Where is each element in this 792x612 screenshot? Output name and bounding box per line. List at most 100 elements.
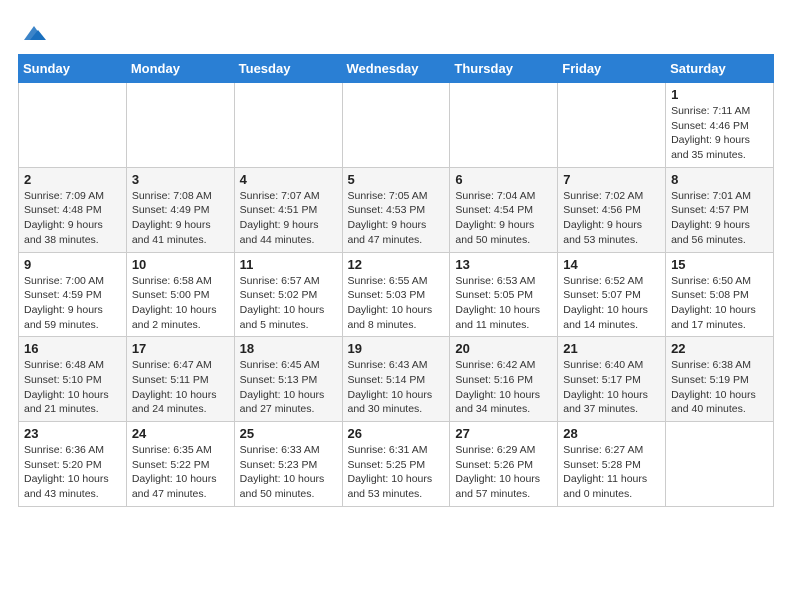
day-info: Sunrise: 6:50 AMSunset: 5:08 PMDaylight:… [671, 274, 768, 333]
day-info: Sunrise: 6:31 AMSunset: 5:25 PMDaylight:… [348, 443, 445, 502]
day-info: Sunrise: 6:48 AMSunset: 5:10 PMDaylight:… [24, 358, 121, 417]
day-info: Sunrise: 6:40 AMSunset: 5:17 PMDaylight:… [563, 358, 660, 417]
day-info: Sunrise: 7:00 AMSunset: 4:59 PMDaylight:… [24, 274, 121, 333]
weekday-header-sunday: Sunday [19, 55, 127, 83]
day-number: 27 [455, 426, 552, 441]
calendar-cell: 4 Sunrise: 7:07 AMSunset: 4:51 PMDaylight… [234, 167, 342, 252]
day-info: Sunrise: 6:43 AMSunset: 5:14 PMDaylight:… [348, 358, 445, 417]
calendar-cell: 19 Sunrise: 6:43 AMSunset: 5:14 PMDayligh… [342, 337, 450, 422]
day-number: 16 [24, 341, 121, 356]
day-info: Sunrise: 7:07 AMSunset: 4:51 PMDaylight:… [240, 189, 337, 248]
day-number: 28 [563, 426, 660, 441]
calendar-cell [342, 83, 450, 168]
page: SundayMondayTuesdayWednesdayThursdayFrid… [0, 0, 792, 517]
day-number: 13 [455, 257, 552, 272]
day-info: Sunrise: 7:09 AMSunset: 4:48 PMDaylight:… [24, 189, 121, 248]
day-number: 18 [240, 341, 337, 356]
day-number: 25 [240, 426, 337, 441]
calendar-cell: 1 Sunrise: 7:11 AMSunset: 4:46 PMDaylight… [666, 83, 774, 168]
day-number: 5 [348, 172, 445, 187]
calendar-cell: 5 Sunrise: 7:05 AMSunset: 4:53 PMDaylight… [342, 167, 450, 252]
weekday-header-tuesday: Tuesday [234, 55, 342, 83]
logo-icon [20, 22, 48, 44]
calendar-cell: 20 Sunrise: 6:42 AMSunset: 5:16 PMDayligh… [450, 337, 558, 422]
calendar-cell: 6 Sunrise: 7:04 AMSunset: 4:54 PMDaylight… [450, 167, 558, 252]
weekday-header-friday: Friday [558, 55, 666, 83]
calendar-cell: 18 Sunrise: 6:45 AMSunset: 5:13 PMDayligh… [234, 337, 342, 422]
calendar-cell: 16 Sunrise: 6:48 AMSunset: 5:10 PMDayligh… [19, 337, 127, 422]
day-info: Sunrise: 6:47 AMSunset: 5:11 PMDaylight:… [132, 358, 229, 417]
week-row-5: 23Sunrise: 6:36 AMSunset: 5:20 PMDayligh… [19, 422, 774, 507]
day-info: Sunrise: 6:35 AMSunset: 5:22 PMDaylight:… [132, 443, 229, 502]
day-number: 21 [563, 341, 660, 356]
week-row-4: 16 Sunrise: 6:48 AMSunset: 5:10 PMDayligh… [19, 337, 774, 422]
day-number: 12 [348, 257, 445, 272]
day-info: Sunrise: 7:01 AMSunset: 4:57 PMDaylight:… [671, 189, 768, 248]
day-info: Sunrise: 7:02 AMSunset: 4:56 PMDaylight:… [563, 189, 660, 248]
day-info: Sunrise: 6:33 AMSunset: 5:23 PMDaylight:… [240, 443, 337, 502]
day-number: 1 [671, 87, 768, 102]
day-info: Sunrise: 6:58 AMSunset: 5:00 PMDaylight:… [132, 274, 229, 333]
header [18, 18, 774, 44]
calendar-cell: 13 Sunrise: 6:53 AMSunset: 5:05 PMDayligh… [450, 252, 558, 337]
day-info: Sunrise: 6:29 AMSunset: 5:26 PMDaylight:… [455, 443, 552, 502]
day-number: 19 [348, 341, 445, 356]
day-number: 26 [348, 426, 445, 441]
day-number: 7 [563, 172, 660, 187]
week-row-1: 1 Sunrise: 7:11 AMSunset: 4:46 PMDaylight… [19, 83, 774, 168]
day-number: 4 [240, 172, 337, 187]
day-number: 9 [24, 257, 121, 272]
day-info: Sunrise: 7:05 AMSunset: 4:53 PMDaylight:… [348, 189, 445, 248]
day-info: Sunrise: 6:45 AMSunset: 5:13 PMDaylight:… [240, 358, 337, 417]
day-number: 15 [671, 257, 768, 272]
calendar-cell [450, 83, 558, 168]
calendar-cell: 22Sunrise: 6:38 AMSunset: 5:19 PMDayligh… [666, 337, 774, 422]
calendar-cell: 8 Sunrise: 7:01 AMSunset: 4:57 PMDaylight… [666, 167, 774, 252]
day-info: Sunrise: 6:36 AMSunset: 5:20 PMDaylight:… [24, 443, 121, 502]
calendar-cell: 25 Sunrise: 6:33 AMSunset: 5:23 PMDayligh… [234, 422, 342, 507]
weekday-header-wednesday: Wednesday [342, 55, 450, 83]
day-info: Sunrise: 7:08 AMSunset: 4:49 PMDaylight:… [132, 189, 229, 248]
calendar-cell: 10Sunrise: 6:58 AMSunset: 5:00 PMDayligh… [126, 252, 234, 337]
calendar-cell: 21 Sunrise: 6:40 AMSunset: 5:17 PMDayligh… [558, 337, 666, 422]
day-info: Sunrise: 7:04 AMSunset: 4:54 PMDaylight:… [455, 189, 552, 248]
day-number: 6 [455, 172, 552, 187]
day-number: 20 [455, 341, 552, 356]
calendar-cell [234, 83, 342, 168]
calendar-cell: 28 Sunrise: 6:27 AMSunset: 5:28 PMDayligh… [558, 422, 666, 507]
day-info: Sunrise: 7:11 AMSunset: 4:46 PMDaylight:… [671, 104, 768, 163]
day-info: Sunrise: 6:55 AMSunset: 5:03 PMDaylight:… [348, 274, 445, 333]
calendar-cell: 26 Sunrise: 6:31 AMSunset: 5:25 PMDayligh… [342, 422, 450, 507]
calendar-cell: 14 Sunrise: 6:52 AMSunset: 5:07 PMDayligh… [558, 252, 666, 337]
calendar-cell: 11 Sunrise: 6:57 AMSunset: 5:02 PMDayligh… [234, 252, 342, 337]
logo [18, 22, 48, 44]
weekday-header-thursday: Thursday [450, 55, 558, 83]
calendar-cell: 17 Sunrise: 6:47 AMSunset: 5:11 PMDayligh… [126, 337, 234, 422]
calendar-cell [558, 83, 666, 168]
day-number: 14 [563, 257, 660, 272]
calendar-cell: 27 Sunrise: 6:29 AMSunset: 5:26 PMDayligh… [450, 422, 558, 507]
calendar-cell [19, 83, 127, 168]
day-info: Sunrise: 6:53 AMSunset: 5:05 PMDaylight:… [455, 274, 552, 333]
calendar-cell: 15 Sunrise: 6:50 AMSunset: 5:08 PMDayligh… [666, 252, 774, 337]
calendar-cell: 3 Sunrise: 7:08 AMSunset: 4:49 PMDaylight… [126, 167, 234, 252]
day-info: Sunrise: 6:52 AMSunset: 5:07 PMDaylight:… [563, 274, 660, 333]
day-info: Sunrise: 6:57 AMSunset: 5:02 PMDaylight:… [240, 274, 337, 333]
calendar-cell: 12 Sunrise: 6:55 AMSunset: 5:03 PMDayligh… [342, 252, 450, 337]
weekday-header-monday: Monday [126, 55, 234, 83]
calendar-cell [666, 422, 774, 507]
day-number: 24 [132, 426, 229, 441]
week-row-3: 9 Sunrise: 7:00 AMSunset: 4:59 PMDaylight… [19, 252, 774, 337]
calendar-header-row: SundayMondayTuesdayWednesdayThursdayFrid… [19, 55, 774, 83]
calendar-cell: 9 Sunrise: 7:00 AMSunset: 4:59 PMDaylight… [19, 252, 127, 337]
day-number: 11 [240, 257, 337, 272]
calendar-cell: 24 Sunrise: 6:35 AMSunset: 5:22 PMDayligh… [126, 422, 234, 507]
day-number: 22 [671, 341, 768, 356]
day-info: Sunrise: 6:42 AMSunset: 5:16 PMDaylight:… [455, 358, 552, 417]
day-info: Sunrise: 6:27 AMSunset: 5:28 PMDaylight:… [563, 443, 660, 502]
day-number: 3 [132, 172, 229, 187]
day-number: 8 [671, 172, 768, 187]
day-number: 17 [132, 341, 229, 356]
weekday-header-saturday: Saturday [666, 55, 774, 83]
calendar-cell [126, 83, 234, 168]
